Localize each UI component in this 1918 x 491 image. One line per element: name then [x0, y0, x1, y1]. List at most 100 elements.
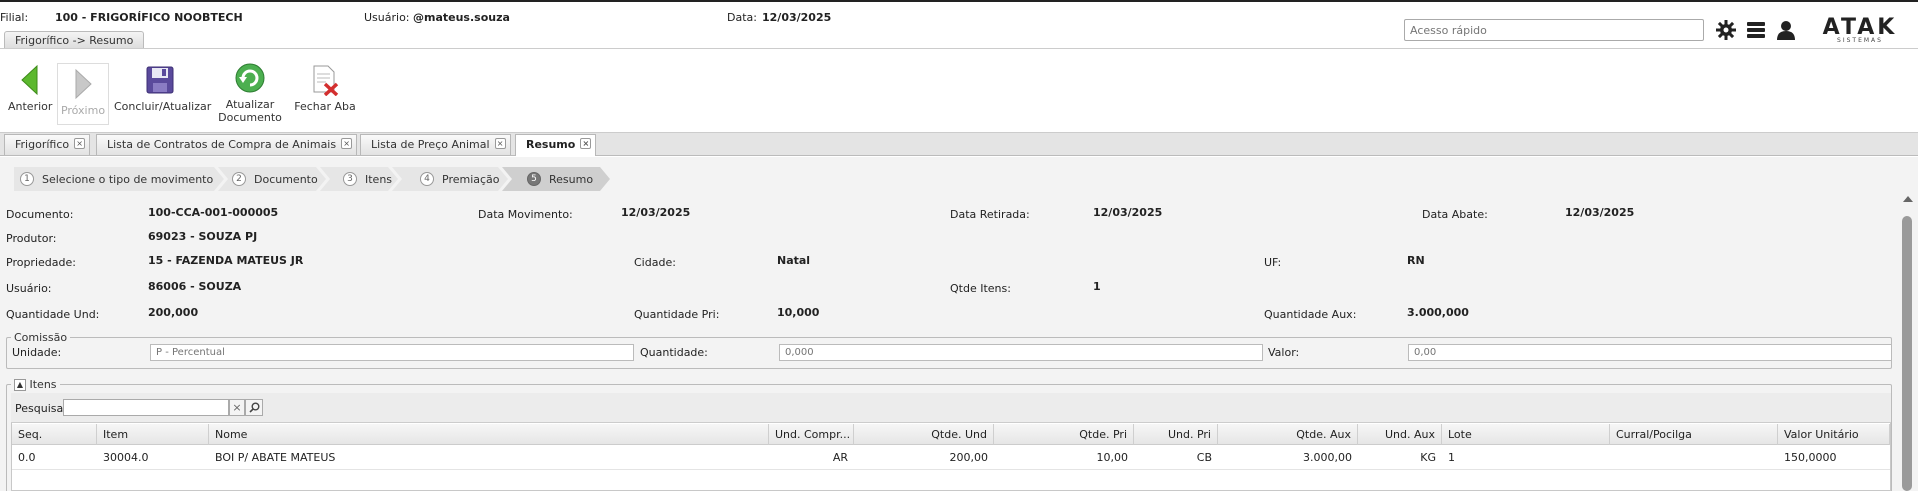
cell-qtde-und: 200,00 — [949, 451, 989, 464]
tab-resumo[interactable]: Resumo × — [515, 134, 597, 156]
qtde-itens-value: 1 — [1093, 280, 1101, 293]
anterior-label: Anterior — [8, 100, 53, 113]
cell-und-compra: AR — [832, 451, 848, 464]
menu-icon[interactable] — [1743, 17, 1769, 43]
fechar-aba-label: Fechar Aba — [294, 100, 356, 113]
quantidade-pri-value: 10,000 — [777, 306, 820, 319]
quantidade-label: Quantidade: — [640, 346, 708, 359]
uf-label: UF: — [1264, 256, 1282, 269]
data-abate-value: 12/03/2025 — [1565, 206, 1635, 219]
arrow-right-icon — [58, 64, 108, 104]
atualizar-documento-button[interactable]: Atualizar Documento — [218, 58, 282, 124]
filial-label: Filial: — [0, 11, 29, 24]
step-4[interactable]: 4 Premiação — [420, 167, 500, 191]
data-retirada-value: 12/03/2025 — [1093, 206, 1163, 219]
row-divider — [12, 469, 1890, 470]
itens-legend-label: Itens — [29, 378, 57, 391]
cell-qtde-aux: 3.000,00 — [1303, 451, 1352, 464]
col-nome[interactable]: Nome — [209, 424, 769, 445]
cell-nome: BOI P/ ABATE MATEUS — [215, 451, 336, 464]
col-qtde-aux[interactable]: Qtde. Aux — [1218, 424, 1358, 445]
col-und-compra[interactable]: Und. Compr... — [769, 424, 854, 445]
step-2[interactable]: 2 Documento — [232, 167, 318, 191]
cell-curral — [1610, 449, 1778, 467]
col-seq[interactable]: Seq. — [12, 424, 97, 445]
usuario-label: Usuário: — [364, 11, 410, 24]
close-icon[interactable]: × — [494, 138, 506, 149]
quick-access-input[interactable] — [1404, 19, 1704, 41]
produtor-label: Produtor: — [6, 232, 57, 245]
step-5[interactable]: 5 Resumo — [527, 167, 593, 191]
col-item[interactable]: Item — [97, 424, 209, 445]
usuario-resumo-value: 86006 - SOUZA — [148, 280, 242, 293]
concluir-button[interactable]: Concluir/Atualizar — [114, 60, 212, 122]
usuario-value: @mateus.souza — [413, 11, 510, 24]
tab-frigorifico[interactable]: Frigorífico × — [4, 134, 91, 155]
comissao-legend: Comissão — [14, 331, 68, 344]
clear-search-icon[interactable]: × — [229, 399, 245, 416]
propriedade-label: Propriedade: — [6, 256, 76, 269]
col-und-aux[interactable]: Und. Aux — [1358, 424, 1442, 445]
fechar-aba-button[interactable]: Fechar Aba — [293, 60, 357, 122]
qtde-itens-label: Qtde Itens: — [950, 282, 1011, 295]
pesquisar-label: Pesquisar — [15, 402, 68, 415]
col-curral[interactable]: Curral/Pocilga — [1610, 424, 1778, 445]
quantidade-und-value: 200,000 — [148, 306, 199, 319]
quantidade-input[interactable] — [779, 344, 1263, 361]
quantidade-und-label: Quantidade Und: — [6, 308, 100, 321]
col-lote[interactable]: Lote — [1442, 424, 1610, 445]
cell-qtde-pri: 10,00 — [1096, 451, 1129, 464]
valor-input[interactable] — [1408, 344, 1892, 361]
unidade-input[interactable] — [150, 344, 634, 361]
collapse-icon[interactable]: ▲ — [14, 379, 26, 391]
documento-value: 100-CCA-001-000005 — [148, 206, 279, 219]
quantidade-pri-label: Quantidade Pri: — [634, 308, 720, 321]
cidade-value: Natal — [777, 254, 811, 267]
close-icon[interactable]: × — [341, 138, 353, 149]
user-icon[interactable] — [1773, 17, 1799, 43]
close-document-icon — [293, 60, 357, 100]
cell-valor-unitario: 150,0000 — [1784, 451, 1837, 464]
step-3[interactable]: 3 Itens — [343, 167, 392, 191]
col-qtde-und[interactable]: Qtde. Und — [854, 424, 994, 445]
search-bar — [11, 393, 1891, 423]
cidade-label: Cidade: — [634, 256, 676, 269]
data-abate-label: Data Abate: — [1422, 208, 1488, 221]
search-input[interactable] — [63, 399, 229, 416]
cell-und-aux: KG — [1420, 451, 1436, 464]
close-icon[interactable]: × — [580, 138, 592, 149]
breadcrumb[interactable]: Frigorífico -> Resumo — [4, 31, 145, 49]
refresh-icon — [218, 58, 282, 98]
brand-logo: ATAK SISTEMAS — [1822, 15, 1898, 45]
atualizar-label-2: Documento — [218, 111, 282, 124]
gear-icon[interactable] — [1713, 17, 1739, 43]
tab-lista-preco[interactable]: Lista de Preço Animal × — [360, 134, 511, 155]
anterior-button[interactable]: Anterior — [8, 60, 52, 122]
search-icon[interactable] — [245, 399, 263, 416]
itens-legend: ▲ Itens — [11, 378, 60, 391]
concluir-label: Concluir/Atualizar — [114, 100, 212, 113]
data-retirada-label: Data Retirada: — [950, 208, 1030, 221]
data-movimento-value: 12/03/2025 — [621, 206, 691, 219]
col-und-pri[interactable]: Und. Pri — [1134, 424, 1218, 445]
unidade-label: Unidade: — [12, 346, 62, 359]
valor-label: Valor: — [1268, 346, 1300, 359]
atualizar-label-1: Atualizar — [225, 98, 275, 111]
proximo-button[interactable]: Próximo — [57, 63, 109, 125]
uf-value: RN — [1407, 254, 1425, 267]
col-qtde-pri[interactable]: Qtde. Pri — [994, 424, 1134, 445]
cell-seq: 0.0 — [18, 451, 36, 464]
data-movimento-label: Data Movimento: — [478, 208, 573, 221]
step-1[interactable]: 1 Selecione o tipo de movimento — [20, 167, 213, 191]
quantidade-aux-label: Quantidade Aux: — [1264, 308, 1357, 321]
scrollbar-thumb[interactable] — [1902, 216, 1912, 491]
documento-label: Documento: — [6, 208, 74, 221]
scroll-up-icon[interactable] — [1903, 196, 1913, 202]
proximo-label: Próximo — [60, 104, 106, 117]
close-icon[interactable]: × — [74, 138, 86, 149]
col-valor-unitario[interactable]: Valor Unitário — [1778, 424, 1890, 445]
scrollbar[interactable] — [1900, 196, 1914, 491]
tab-lista-contratos[interactable]: Lista de Contratos de Compra de Animais × — [96, 134, 358, 155]
divider — [0, 48, 1918, 49]
data-value: 12/03/2025 — [762, 11, 832, 24]
